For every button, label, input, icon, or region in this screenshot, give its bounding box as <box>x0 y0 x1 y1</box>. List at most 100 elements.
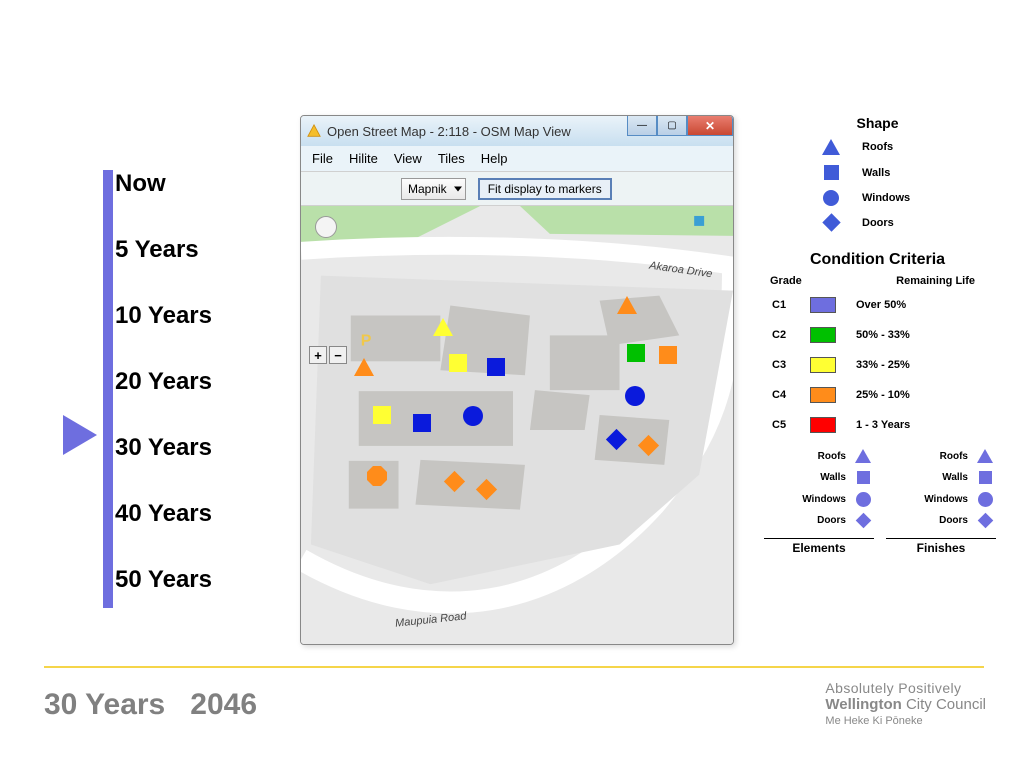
menu-item-file[interactable]: File <box>307 149 338 168</box>
circle-icon <box>974 492 996 507</box>
zoom-in-button[interactable]: + <box>309 346 327 364</box>
footer-year-value: 2046 <box>190 688 257 721</box>
shape-legend-row: Roofs <box>820 139 893 155</box>
remaining-life: 50% - 33% <box>850 329 995 341</box>
map-marker-triangle[interactable] <box>433 318 453 336</box>
menu-item-view[interactable]: View <box>389 149 427 168</box>
grade-color-swatch <box>810 327 836 343</box>
map-marker-square[interactable] <box>487 358 505 376</box>
timeline-item[interactable]: Now <box>115 170 212 198</box>
window-maximize-button[interactable]: ▢ <box>657 116 687 136</box>
osm-map-window: Open Street Map - 2:118 - OSM Map View —… <box>300 115 734 645</box>
square-icon <box>974 471 996 484</box>
map-marker-square[interactable] <box>659 346 677 364</box>
triangle-icon <box>974 449 996 463</box>
shape-legend-label: Doors <box>862 217 894 229</box>
condition-row: C5 1 - 3 Years <box>772 417 995 433</box>
map-marker-square[interactable] <box>627 344 645 362</box>
elem-fin-header: Finishes <box>886 538 996 555</box>
zoom-out-button[interactable]: − <box>329 346 347 364</box>
tiles-select[interactable]: Mapnik <box>401 178 466 200</box>
remaining-life: Over 50% <box>850 299 995 311</box>
remaining-life: 33% - 25% <box>850 359 995 371</box>
grade-header: Grade <box>770 275 802 287</box>
elem-fin-label: Roofs <box>792 451 846 462</box>
condition-row: C2 50% - 33% <box>772 327 995 343</box>
footer-rule <box>44 666 984 668</box>
map-marker-diamond[interactable] <box>609 432 624 447</box>
window-minimize-button[interactable]: — <box>627 116 657 136</box>
timeline: Now 5 Years 10 Years 20 Years 30 Years 40 Yea… <box>115 170 212 594</box>
menu-item-tiles[interactable]: Tiles <box>433 149 470 168</box>
condition-row: C3 33% - 25% <box>772 357 995 373</box>
elem-fin-label: Windows <box>914 494 968 505</box>
osm-menubar: File Hilite View Tiles Help <box>301 146 733 172</box>
osm-app-icon <box>307 124 321 138</box>
map-marker-circle[interactable] <box>625 386 645 406</box>
diamond-icon <box>820 216 842 229</box>
timeline-item[interactable]: 20 Years <box>115 368 212 396</box>
grade-code: C1 <box>772 299 796 311</box>
remaining-life: 25% - 10% <box>850 389 995 401</box>
zoom-control: + − <box>309 346 349 364</box>
map-marker-diamond[interactable] <box>447 474 462 489</box>
timeline-selection-arrow <box>63 415 97 455</box>
condition-row: C1 Over 50% <box>772 297 995 313</box>
shape-legend-row: Windows <box>820 190 910 206</box>
timeline-item[interactable]: 50 Years <box>115 566 212 594</box>
legend-panel: Shape Roofs Walls Windows Doors Condition C… <box>760 115 995 555</box>
timeline-item[interactable]: 10 Years <box>115 302 212 330</box>
fit-display-button[interactable]: Fit display to markers <box>478 178 612 200</box>
tiles-select-value: Mapnik <box>408 182 447 196</box>
pan-control[interactable] <box>315 216 337 238</box>
shape-legend-row: Walls <box>820 165 890 180</box>
elem-fin-label: Roofs <box>914 451 968 462</box>
menu-item-hilite[interactable]: Hilite <box>344 149 383 168</box>
diamond-icon <box>852 515 874 526</box>
elem-fin-label: Doors <box>914 515 968 526</box>
map-marker-circle[interactable] <box>463 406 483 426</box>
map-marker-diamond[interactable] <box>479 482 494 497</box>
elem-fin-item: Windows <box>886 492 996 507</box>
map-marker-square[interactable] <box>413 414 431 432</box>
map-marker-triangle[interactable] <box>354 358 374 376</box>
timeline-bar <box>103 170 113 608</box>
elem-fin-item: Roofs <box>886 449 996 463</box>
osm-map-canvas[interactable]: P Akaroa Drive Maupuia Road + − <box>301 206 733 644</box>
shape-legend-label: Walls <box>862 167 890 179</box>
footer-org: Absolutely Positively Wellington City Co… <box>825 680 986 727</box>
org-line1: Absolutely Positively <box>825 680 986 696</box>
square-icon <box>820 165 842 180</box>
footer-year-label: 30 Years <box>44 688 165 721</box>
timeline-item[interactable]: 5 Years <box>115 236 212 264</box>
shape-legend-title: Shape <box>760 115 995 131</box>
svg-text:P: P <box>361 332 372 349</box>
condition-header: Grade Remaining Life <box>760 275 995 287</box>
triangle-icon <box>820 139 842 155</box>
menu-item-help[interactable]: Help <box>476 149 513 168</box>
map-marker-square[interactable] <box>449 354 467 372</box>
shape-legend-label: Windows <box>862 192 910 204</box>
diamond-icon <box>974 515 996 526</box>
osm-window-title: Open Street Map - 2:118 - OSM Map View <box>327 124 571 139</box>
osm-titlebar: Open Street Map - 2:118 - OSM Map View —… <box>301 116 733 146</box>
elem-fin-header: Elements <box>764 538 874 555</box>
elem-fin-item: Doors <box>886 515 996 526</box>
map-marker-diamond[interactable] <box>641 438 656 453</box>
grade-code: C2 <box>772 329 796 341</box>
timeline-item[interactable]: 30 Years <box>115 434 212 462</box>
map-marker-square[interactable] <box>373 406 391 424</box>
condition-criteria-title: Condition Criteria <box>760 251 995 269</box>
org-line2-rest: City Council <box>902 696 986 713</box>
grade-color-swatch <box>810 357 836 373</box>
elem-fin-item: Walls <box>886 471 996 484</box>
elem-fin-item: Windows <box>764 492 874 507</box>
elem-fin-item: Walls <box>764 471 874 484</box>
elem-fin-item: Doors <box>764 515 874 526</box>
window-close-button[interactable]: ✕ <box>687 116 733 136</box>
shape-legend-row: Doors <box>820 216 894 229</box>
timeline-item[interactable]: 40 Years <box>115 500 212 528</box>
remaining-life: 1 - 3 Years <box>850 419 995 431</box>
map-marker-triangle[interactable] <box>617 296 637 314</box>
map-marker-octagon[interactable] <box>367 466 387 486</box>
